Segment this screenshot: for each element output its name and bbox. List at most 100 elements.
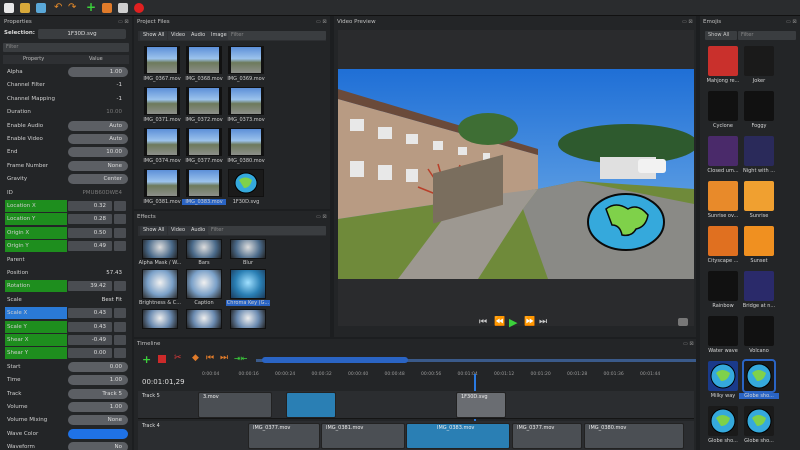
property-value[interactable] [68, 255, 128, 265]
emoji-0-icon[interactable] [708, 46, 738, 76]
property-row[interactable]: Origin Y 0.49 [2, 240, 128, 253]
clip-img0381[interactable]: IMG_0381.mov [321, 423, 405, 449]
save-icon[interactable] [36, 3, 46, 13]
emoji-3-icon[interactable] [744, 91, 774, 121]
property-row[interactable]: Wave Color [2, 428, 128, 440]
property-row[interactable]: Position 57.43 [2, 267, 128, 279]
property-value[interactable]: None [68, 415, 128, 426]
emoji-category-dropdown[interactable]: Show All [705, 31, 737, 40]
video-thumbnail[interactable] [228, 87, 264, 115]
effect-thumbnail[interactable] [230, 309, 266, 329]
timeline-dock-icon[interactable]: ▭ ⊠ [683, 339, 694, 349]
property-value[interactable]: 39.42 [68, 281, 112, 292]
property-value[interactable] [68, 428, 128, 439]
property-row[interactable]: Scale X 0.43 [2, 307, 128, 320]
effects-filter[interactable]: Filter [208, 226, 326, 235]
rewind-icon[interactable]: ⏪ [494, 317, 505, 327]
video-thumbnail[interactable] [144, 128, 180, 156]
project-files-filter[interactable]: Filter [228, 31, 326, 40]
tab-show-all[interactable]: Show All [140, 31, 168, 40]
scroll-thumb[interactable] [262, 357, 408, 363]
property-value[interactable]: 0.43 [68, 321, 112, 332]
video-thumbnail[interactable] [144, 87, 180, 115]
keyframe-button[interactable] [114, 201, 126, 211]
property-row[interactable]: Gravity Center [2, 173, 128, 185]
clip-img0377[interactable]: IMG_0377.mov [248, 423, 320, 449]
emoji-14-icon[interactable] [708, 361, 738, 391]
video-thumbnail[interactable] [144, 46, 180, 74]
property-row[interactable]: Location Y 0.28 [2, 213, 128, 226]
property-row[interactable]: Alpha 1.00 [2, 66, 128, 78]
tab-image[interactable]: Image [208, 31, 230, 40]
jump-end-icon[interactable]: ⏭ [539, 317, 547, 327]
emoji-12-icon[interactable] [708, 316, 738, 346]
video-thumbnail[interactable] [228, 46, 264, 74]
property-row[interactable]: Start 0.00 [2, 361, 128, 373]
dock-controls-icon[interactable]: ▭ ⊠ [118, 17, 129, 27]
property-row[interactable]: Shear X -0.49 [2, 334, 128, 346]
timeline-scrollbar[interactable] [256, 357, 696, 363]
preview-dock-icon[interactable]: ▭ ⊠ [682, 17, 693, 27]
record-icon[interactable] [134, 3, 144, 13]
emojis-dock-icon[interactable]: ▭ ⊠ [786, 17, 797, 27]
property-value[interactable]: Best Fit [68, 295, 128, 305]
clip-img0383[interactable]: IMG_0383.mov [406, 423, 510, 449]
emoji-10-icon[interactable] [708, 271, 738, 301]
snap-icon[interactable] [158, 355, 166, 363]
property-value[interactable]: 1.00 [68, 402, 128, 412]
property-row[interactable]: Channel Filter -1 [2, 79, 128, 91]
camera-icon[interactable] [678, 318, 688, 326]
effect-thumbnail[interactable] [186, 239, 222, 259]
property-value[interactable]: 57.43 [68, 268, 128, 278]
property-row[interactable]: Volume 1.00 [2, 401, 128, 413]
emoji-9-icon[interactable] [744, 226, 774, 256]
property-row[interactable]: Track Track 5 [2, 388, 128, 400]
effects-tab-audio[interactable]: Audio [188, 226, 209, 235]
film-icon[interactable] [102, 3, 112, 13]
emoji-filter[interactable]: Filter [738, 31, 796, 40]
project-files-dock-icon[interactable]: ▭ ⊠ [316, 17, 327, 27]
globe-thumbnail[interactable] [228, 169, 264, 197]
property-row[interactable]: Frame Number None [2, 160, 128, 172]
fast-forward-icon[interactable]: ⏩ [524, 317, 535, 327]
property-row[interactable]: Scale Best Fit [2, 294, 128, 306]
property-row[interactable]: Enable Video Auto [2, 133, 128, 145]
property-row[interactable]: Scale Y 0.43 [2, 320, 128, 333]
clip-img0377-b[interactable]: IMG_0377.mov [512, 423, 582, 449]
emoji-8-icon[interactable] [708, 226, 738, 256]
keyframe-button[interactable] [114, 335, 126, 345]
effects-tab-show-all[interactable]: Show All [140, 226, 168, 235]
effect-thumbnail[interactable] [230, 239, 266, 259]
keyframe-button[interactable] [114, 214, 126, 225]
property-value[interactable]: 0.49 [68, 241, 112, 252]
add-track-icon[interactable]: + [86, 1, 96, 13]
preview-canvas[interactable] [338, 30, 694, 326]
video-thumbnail[interactable] [228, 128, 264, 156]
tab-video[interactable]: Video [168, 31, 189, 40]
video-thumbnail[interactable] [186, 46, 222, 74]
undo-icon[interactable]: ↶ [54, 3, 64, 13]
emoji-5-icon[interactable] [744, 136, 774, 166]
open-folder-icon[interactable] [20, 3, 30, 13]
property-value[interactable]: 0.43 [68, 308, 112, 319]
property-value[interactable]: Auto [68, 134, 128, 144]
emoji-11-icon[interactable] [744, 271, 774, 301]
property-row[interactable]: Time 1.00 [2, 374, 128, 386]
keyframe-button[interactable] [114, 348, 126, 359]
property-value[interactable]: 0.00 [68, 361, 128, 372]
property-row[interactable]: End 10.00 [2, 146, 128, 158]
clip-track5-a[interactable]: 3.mov [198, 392, 272, 418]
keyframe-button[interactable] [114, 227, 126, 238]
marker-icon[interactable]: ◆ [192, 353, 199, 363]
property-value[interactable]: -1 [68, 80, 128, 90]
clip-track5-b[interactable] [286, 392, 336, 418]
new-file-icon[interactable] [4, 3, 14, 13]
clip-globe[interactable]: 1F30D.svg [456, 392, 506, 418]
emoji-6-icon[interactable] [708, 181, 738, 211]
emoji-15-icon[interactable] [742, 359, 776, 393]
property-row[interactable]: Origin X 0.50 [2, 226, 128, 239]
properties-filter-input[interactable]: Filter [3, 43, 129, 52]
effect-thumbnail[interactable] [142, 269, 178, 299]
property-value[interactable]: Track 5 [68, 388, 128, 399]
property-value[interactable]: -0.49 [68, 335, 112, 345]
